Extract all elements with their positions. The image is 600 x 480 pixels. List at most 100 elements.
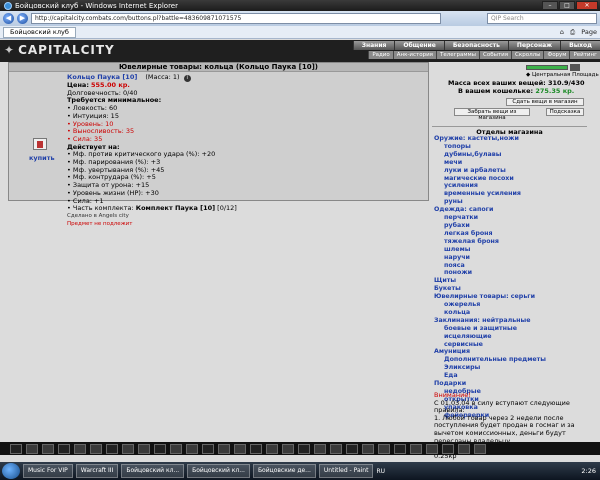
dept-item[interactable]: усиления <box>434 182 594 190</box>
deposit-items-button[interactable]: Сдать вещи в магазин <box>506 98 584 106</box>
subnav-forum[interactable]: Форум <box>543 51 570 59</box>
dept-item[interactable]: Одежда: сапоги <box>434 206 594 214</box>
dept-item[interactable]: перчатки <box>434 214 594 222</box>
toolbar-slot-icon[interactable] <box>346 443 358 454</box>
toolbar-slot-icon[interactable] <box>26 443 38 454</box>
dept-item[interactable]: Оружие: кастеты,ножи <box>434 135 594 143</box>
subnav-radio[interactable]: Радио <box>368 51 393 59</box>
task-club-1[interactable]: Бойцовский кл... <box>121 464 185 478</box>
toolbar-slot-icon[interactable] <box>42 443 54 454</box>
hint-button[interactable]: Подсказка <box>546 108 584 116</box>
toolbar-slot-icon[interactable] <box>74 443 86 454</box>
task-club-3[interactable]: Бойцовские де... <box>252 464 316 478</box>
home-icon[interactable]: ⌂ <box>560 28 564 37</box>
toolbar-slot-icon[interactable] <box>10 443 22 454</box>
subnav-scrolls[interactable]: Скроллы <box>511 51 544 59</box>
task-warcraft[interactable]: Warcraft III <box>75 464 119 478</box>
tab-combats[interactable]: Бойцовский клуб <box>3 26 76 38</box>
maximize-button[interactable]: □ <box>559 1 575 10</box>
start-button[interactable] <box>2 463 20 479</box>
toolbar-slot-icon[interactable] <box>58 443 70 454</box>
dept-item[interactable]: тяжелая броня <box>434 238 594 246</box>
nav-security[interactable]: Безопасность <box>443 41 508 50</box>
dept-item[interactable]: Щиты <box>434 277 594 285</box>
dept-item[interactable]: пояса <box>434 262 594 270</box>
dept-item[interactable]: сервисные <box>434 341 594 349</box>
toolbar-slot-icon[interactable] <box>474 443 486 454</box>
toolbar-slot-icon[interactable] <box>298 443 310 454</box>
nav-chat[interactable]: Общение <box>394 41 444 50</box>
withdraw-items-button[interactable]: Забрать вещи из магазина <box>454 108 530 121</box>
dept-item[interactable]: дубины,булавы <box>434 151 594 159</box>
search-input[interactable]: QIP Search <box>487 13 597 24</box>
toolbar-slot-icon[interactable] <box>378 443 390 454</box>
minimize-button[interactable]: – <box>542 1 558 10</box>
dept-item[interactable]: Заклинания: нейтральные <box>434 317 594 325</box>
toolbar-slot-icon[interactable] <box>330 443 342 454</box>
dept-item[interactable]: Дополнительные предметы <box>434 356 594 364</box>
toolbar-slot-icon[interactable] <box>106 443 118 454</box>
dept-item[interactable]: поножи <box>434 269 594 277</box>
toolbar-slot-icon[interactable] <box>442 443 454 454</box>
dept-item[interactable]: рубахи <box>434 222 594 230</box>
close-button[interactable]: ✕ <box>576 1 598 10</box>
toolbar-slot-icon[interactable] <box>314 443 326 454</box>
dept-item[interactable]: Еда <box>434 372 594 380</box>
page-menu[interactable]: Page <box>581 28 597 37</box>
toolbar-slot-icon[interactable] <box>282 443 294 454</box>
dept-item[interactable]: легкая броня <box>434 230 594 238</box>
toolbar-slot-icon[interactable] <box>410 443 422 454</box>
toolbar-slot-icon[interactable] <box>458 443 470 454</box>
dept-item[interactable]: Ювелирные товары: серьги <box>434 293 594 301</box>
back-button[interactable]: ◀ <box>3 13 14 24</box>
subnav-rating[interactable]: Рейтинг <box>569 51 600 59</box>
toolbar-slot-icon[interactable] <box>170 443 182 454</box>
dept-item[interactable]: ожерелья <box>434 301 594 309</box>
subnav-events[interactable]: События <box>479 51 512 59</box>
task-music[interactable]: Music For VIP <box>23 464 73 478</box>
dept-item[interactable]: мечи <box>434 159 594 167</box>
toolbar-slot-icon[interactable] <box>90 443 102 454</box>
dept-item[interactable]: исцеляющие <box>434 333 594 341</box>
game-header: ✦ CAPITALCITY Знания Общение Безопасность… <box>0 40 600 62</box>
dept-item[interactable]: Амуниция <box>434 348 594 356</box>
dept-item[interactable]: Букеты <box>434 285 594 293</box>
dept-item[interactable]: наручи <box>434 254 594 262</box>
forward-button[interactable]: ▶ <box>17 13 28 24</box>
nav-knowledge[interactable]: Знания <box>352 41 395 50</box>
subnav-history[interactable]: Анк-история <box>392 51 436 59</box>
dept-item[interactable]: шлемы <box>434 246 594 254</box>
buy-link[interactable]: купить <box>29 154 55 162</box>
toolbar-slot-icon[interactable] <box>186 443 198 454</box>
toolbar-slot-icon[interactable] <box>154 443 166 454</box>
dept-item[interactable]: кольца <box>434 309 594 317</box>
toolbar-slot-icon[interactable] <box>122 443 134 454</box>
dept-item[interactable]: Эликсиры <box>434 364 594 372</box>
print-icon[interactable]: ⎙ <box>570 28 575 37</box>
dept-item[interactable]: Подарки <box>434 380 594 388</box>
dept-item[interactable]: временные усиления <box>434 190 594 198</box>
subnav-telegrams[interactable]: Телеграммы <box>435 51 480 59</box>
url-input[interactable]: http://capitalcity.combats.com/buttons.p… <box>31 13 441 24</box>
dept-item[interactable]: топоры <box>434 143 594 151</box>
toolbar-slot-icon[interactable] <box>138 443 150 454</box>
task-paint[interactable]: Untitled - Paint <box>318 464 374 478</box>
dept-item[interactable]: боевые и защитные <box>434 325 594 333</box>
dept-item[interactable]: руны <box>434 198 594 206</box>
nav-character[interactable]: Персонаж <box>507 41 561 50</box>
toolbar-slot-icon[interactable] <box>426 443 438 454</box>
toolbar-slot-icon[interactable] <box>202 443 214 454</box>
toolbar-slot-icon[interactable] <box>250 443 262 454</box>
toolbar-slot-icon[interactable] <box>234 443 246 454</box>
toolbar-slot-icon[interactable] <box>266 443 278 454</box>
toolbar-slot-icon[interactable] <box>362 443 374 454</box>
toolbar-slot-icon[interactable] <box>394 443 406 454</box>
toolbar-slot-icon[interactable] <box>218 443 230 454</box>
info-icon[interactable]: i <box>183 75 191 82</box>
nav-exit[interactable]: Выход <box>560 41 600 50</box>
task-club-2[interactable]: Бойцовский кл... <box>187 464 250 478</box>
dept-item[interactable]: магические посохи <box>434 175 594 183</box>
item-name[interactable]: Кольцо Паука [10] <box>67 73 137 81</box>
dept-item[interactable]: луки и арбалеты <box>434 167 594 175</box>
language-indicator[interactable]: RU <box>376 468 385 475</box>
